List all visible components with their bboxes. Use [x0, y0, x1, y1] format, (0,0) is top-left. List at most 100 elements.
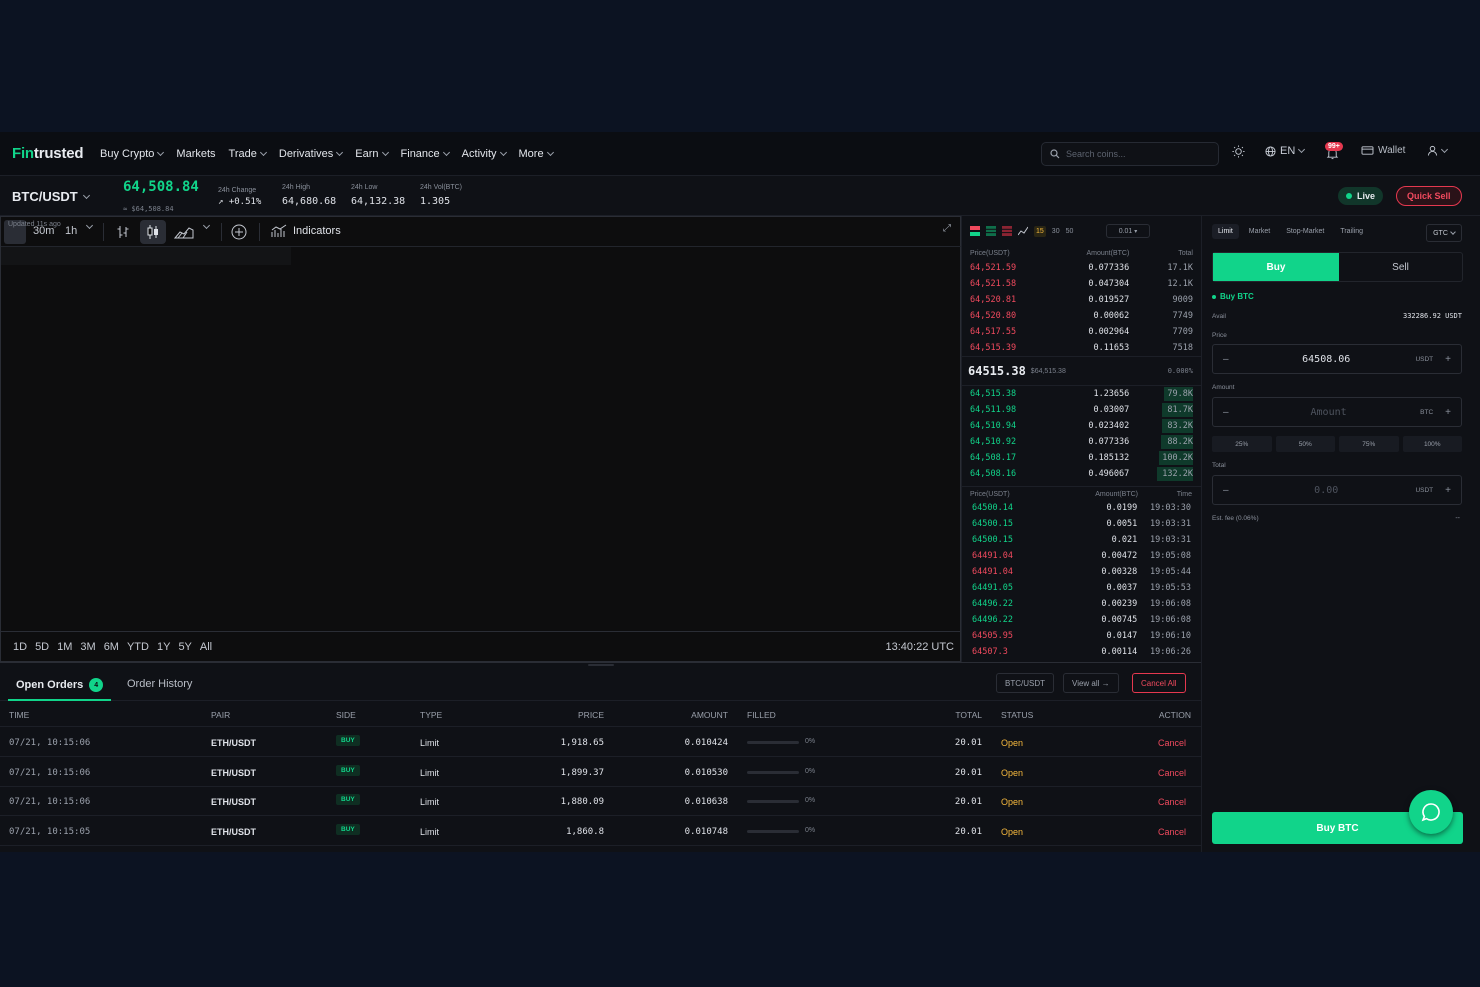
language-selector[interactable]: EN: [1265, 145, 1306, 157]
chevron-down-icon: [1450, 228, 1456, 235]
tab-order-history[interactable]: Order History: [127, 678, 192, 690]
bid-row[interactable]: 64,515.38 1.23656 79.8K: [962, 386, 1201, 402]
depth-15[interactable]: 15: [1034, 225, 1046, 237]
pct-50-button[interactable]: 50%: [1275, 436, 1335, 452]
bid-row[interactable]: 64,508.17 0.185132 100.2K: [962, 450, 1201, 466]
pct-25-button[interactable]: 25%: [1212, 436, 1272, 452]
bid-total: 79.8K: [1167, 389, 1193, 399]
order-total: 20.01: [954, 738, 982, 748]
range-6m[interactable]: 6M: [104, 641, 119, 653]
candle-style-button[interactable]: [140, 220, 166, 244]
pct-75-button[interactable]: 75%: [1339, 436, 1399, 452]
area-style-button[interactable]: [174, 224, 194, 240]
tick-size-selector[interactable]: 0.01 ▾: [1106, 224, 1150, 238]
total-input[interactable]: 0.00: [1237, 485, 1415, 496]
menu-markets[interactable]: Markets: [176, 148, 215, 160]
tab-open-orders[interactable]: Open Orders 4: [8, 671, 112, 701]
price-field[interactable]: – 64508.06 USDT +: [1212, 344, 1462, 374]
amount-decrement[interactable]: –: [1223, 407, 1237, 418]
buy-tab[interactable]: Buy: [1213, 253, 1339, 281]
order-type-trailing[interactable]: Trailing: [1334, 224, 1369, 239]
bar-style-button[interactable]: [116, 224, 130, 240]
cancel-order-button[interactable]: Cancel: [1158, 797, 1186, 807]
bid-row[interactable]: 64,508.16 0.496067 132.2K: [962, 466, 1201, 482]
chart-toolbar: Updated 11s ago 30m 1h Indicators ⤢: [1, 217, 962, 247]
interval-30m[interactable]: 30m: [33, 225, 54, 237]
depth-chart-icon[interactable]: [1018, 226, 1028, 236]
interval-1h[interactable]: 1h: [65, 225, 77, 237]
pair-selector[interactable]: BTC/USDT: [12, 189, 90, 204]
amount-field[interactable]: – Amount BTC +: [1212, 397, 1462, 427]
sell-tab[interactable]: Sell: [1339, 253, 1462, 281]
range-all[interactable]: All: [200, 641, 212, 653]
style-dropdown[interactable]: [202, 221, 211, 230]
order-type-stop-market[interactable]: Stop-Market: [1280, 224, 1330, 239]
amount-input[interactable]: Amount: [1237, 407, 1420, 418]
range-1m[interactable]: 1M: [57, 641, 72, 653]
theme-toggle[interactable]: [1232, 145, 1245, 158]
view-all-button[interactable]: View all →: [1063, 673, 1119, 693]
bid-amount: 0.496067: [1088, 469, 1130, 479]
book-both-icon[interactable]: [970, 226, 980, 236]
logo[interactable]: Fintrusted: [12, 145, 84, 162]
depth-30[interactable]: 30: [1052, 228, 1060, 235]
interval-dropdown[interactable]: [85, 221, 94, 230]
compare-button[interactable]: [231, 224, 247, 240]
book-asks-icon[interactable]: [1002, 226, 1012, 236]
range-1d[interactable]: 1D: [13, 641, 27, 653]
cancel-order-button[interactable]: Cancel: [1158, 827, 1186, 837]
order-type-limit[interactable]: Limit: [1212, 224, 1239, 239]
trade-row: 64500.14 0.0199 19:03:30: [962, 500, 1201, 516]
search-input[interactable]: [1066, 149, 1206, 159]
bid-row[interactable]: 64,510.92 0.077336 88.2K: [962, 434, 1201, 450]
ask-row[interactable]: 64,515.39 0.11653 7518: [962, 340, 1201, 356]
total-decrement[interactable]: –: [1223, 485, 1237, 496]
total-increment[interactable]: +: [1445, 485, 1451, 496]
cancel-order-button[interactable]: Cancel: [1158, 738, 1186, 748]
time-in-force-select[interactable]: GTC: [1426, 224, 1462, 242]
quick-sell-button[interactable]: Quick Sell: [1396, 186, 1462, 206]
wallet-button[interactable]: Wallet: [1361, 145, 1405, 156]
bid-row[interactable]: 64,510.94 0.023402 83.2K: [962, 418, 1201, 434]
menu-derivatives[interactable]: Derivatives: [279, 148, 344, 160]
total-field[interactable]: – 0.00 USDT +: [1212, 475, 1462, 505]
bid-row[interactable]: 64,511.98 0.03007 81.7K: [962, 402, 1201, 418]
menu-finance[interactable]: Finance: [401, 148, 450, 160]
amount-increment[interactable]: +: [1445, 407, 1451, 418]
order-type-market[interactable]: Market: [1243, 224, 1276, 239]
trade-amount: 0.00239: [1101, 599, 1138, 609]
cancel-all-button[interactable]: Cancel All: [1132, 673, 1186, 693]
menu-earn[interactable]: Earn: [355, 148, 389, 160]
chat-button[interactable]: [1409, 790, 1453, 834]
search-box: [1041, 142, 1219, 166]
menu-activity[interactable]: Activity: [462, 148, 507, 160]
user-menu[interactable]: [1427, 145, 1449, 156]
pair-filter-button[interactable]: BTC/USDT: [996, 673, 1054, 693]
ask-row[interactable]: 64,517.55 0.002964 7709: [962, 324, 1201, 340]
ask-row[interactable]: 64,520.80 0.00062 7749: [962, 308, 1201, 324]
price-chart[interactable]: Updated 11s ago 30m 1h Indicators ⤢ 1D 5…: [0, 216, 962, 662]
price-decrement[interactable]: –: [1223, 354, 1237, 365]
ask-row[interactable]: 64,520.81 0.019527 9009: [962, 292, 1201, 308]
fullscreen-icon[interactable]: ⤢: [943, 223, 951, 234]
indicators-button[interactable]: Indicators: [271, 224, 341, 238]
range-5d[interactable]: 5D: [35, 641, 49, 653]
menu-buy-crypto[interactable]: Buy Crypto: [100, 148, 165, 160]
bid-amount: 0.185132: [1088, 453, 1130, 463]
depth-50[interactable]: 50: [1066, 228, 1074, 235]
book-bids-icon[interactable]: [986, 226, 996, 236]
ask-row[interactable]: 64,521.58 0.047304 12.1K: [962, 276, 1201, 292]
price-increment[interactable]: +: [1445, 354, 1451, 365]
order-filled: 0%: [805, 826, 816, 834]
range-ytd[interactable]: YTD: [127, 641, 149, 653]
ask-row[interactable]: 64,521.59 0.077336 17.1K: [962, 260, 1201, 276]
menu-more[interactable]: More: [519, 148, 554, 160]
cancel-order-button[interactable]: Cancel: [1158, 768, 1186, 778]
range-3m[interactable]: 3M: [80, 641, 95, 653]
range-5y[interactable]: 5Y: [178, 641, 191, 653]
menu-trade[interactable]: Trade: [229, 148, 267, 160]
range-1y[interactable]: 1Y: [157, 641, 170, 653]
price-input[interactable]: 64508.06: [1237, 354, 1415, 365]
pct-100-button[interactable]: 100%: [1402, 436, 1462, 452]
buy-sell-toggle: Buy Sell: [1212, 252, 1463, 282]
